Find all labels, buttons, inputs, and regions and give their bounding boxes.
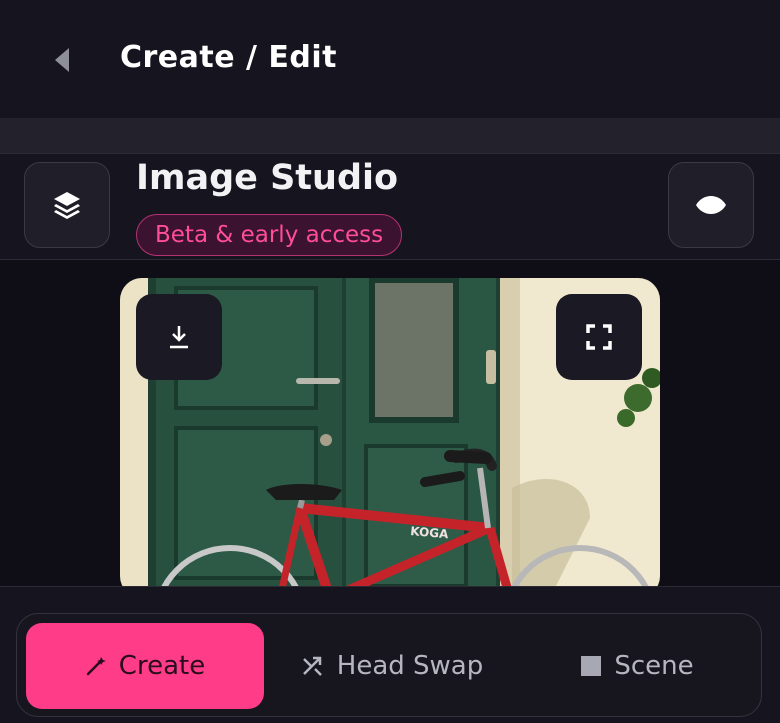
tab-scene-label: Scene xyxy=(614,651,694,681)
fullscreen-icon xyxy=(586,324,612,350)
tab-head-swap[interactable]: Head Swap xyxy=(277,623,507,709)
tab-head-swap-label: Head Swap xyxy=(336,651,484,681)
beta-badge: Beta & early access xyxy=(136,214,403,256)
download-button[interactable] xyxy=(136,294,222,380)
tab-create-label: Create xyxy=(118,651,206,681)
back-button[interactable] xyxy=(46,44,78,76)
top-bar: Create / Edit xyxy=(0,0,780,119)
layers-icon xyxy=(54,192,80,219)
bottom-bar: Create Head Swap Scene xyxy=(0,586,780,723)
studio-title: Image Studio xyxy=(136,158,399,198)
image-preview[interactable]: KOGA xyxy=(120,278,660,598)
layers-button[interactable] xyxy=(24,162,110,248)
eye-icon xyxy=(696,196,726,214)
preview-visibility-button[interactable] xyxy=(668,162,754,248)
magic-wand-icon xyxy=(86,657,106,676)
studio-header: Image Studio Beta & early access xyxy=(0,154,780,260)
tab-create[interactable]: Create xyxy=(26,623,264,709)
swap-icon xyxy=(302,656,322,676)
page-title: Create / Edit xyxy=(120,40,338,75)
divider-strip xyxy=(0,119,780,154)
square-icon xyxy=(581,656,602,676)
fullscreen-button[interactable] xyxy=(556,294,642,380)
chevron-left-icon xyxy=(55,48,69,72)
mode-tabs: Create Head Swap Scene xyxy=(16,613,762,717)
tab-scene[interactable]: Scene xyxy=(522,623,752,709)
download-icon xyxy=(170,326,188,349)
